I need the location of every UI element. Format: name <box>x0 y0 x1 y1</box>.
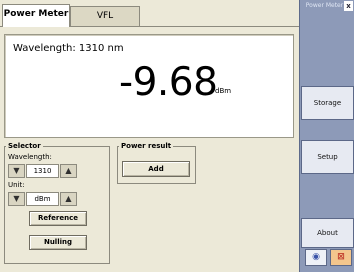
wavelength-up-button[interactable]: ▲ <box>60 164 77 178</box>
nulling-button[interactable]: Nulling <box>29 235 87 250</box>
power-result-title: Power result <box>119 141 174 151</box>
tab-vfl[interactable]: VFL <box>70 6 140 26</box>
unit-up-button[interactable]: ▲ <box>60 192 77 206</box>
reading-unit: dBm <box>215 87 232 95</box>
add-button[interactable]: Add <box>122 161 190 177</box>
wavelength-readout: Wavelength: 1310 nm <box>13 43 124 54</box>
measurement-display: Wavelength: 1310 nm -9.68 dBm <box>4 34 294 138</box>
app-title: Power Meter <box>305 2 344 9</box>
help-icon[interactable]: ◉ <box>305 249 327 266</box>
wavelength-value: 1310 <box>26 164 59 178</box>
unit-value: dBm <box>26 192 59 206</box>
wavelength-spinner: ▼ 1310 ▲ <box>8 164 77 178</box>
setup-button[interactable]: Setup <box>301 140 354 174</box>
close-icon[interactable]: x <box>344 1 353 11</box>
tab-bar: Power Meter VFL <box>0 0 299 27</box>
exit-icon[interactable]: ⊠ <box>330 249 352 266</box>
selector-group: Selector Wavelength: ▼ 1310 ▲ Unit: ▼ dB… <box>4 141 110 264</box>
about-button[interactable]: About <box>301 218 354 248</box>
tab-power-meter[interactable]: Power Meter <box>2 4 70 27</box>
power-reading: -9.68 <box>119 60 218 105</box>
selector-title: Selector <box>6 141 43 151</box>
storage-button[interactable]: Storage <box>301 86 354 120</box>
unit-spinner: ▼ dBm ▲ <box>8 192 77 206</box>
power-result-group: Power result Add <box>117 141 196 184</box>
wavelength-down-button[interactable]: ▼ <box>8 164 25 178</box>
unit-label: Unit: <box>8 181 25 189</box>
main-panel: Power Meter VFL Wavelength: 1310 nm -9.6… <box>0 0 299 272</box>
unit-down-button[interactable]: ▼ <box>8 192 25 206</box>
side-bar: Power Meter x Storage Setup About ◉ ⊠ <box>299 0 354 272</box>
wavelength-label: Wavelength: <box>8 153 52 161</box>
reference-button[interactable]: Reference <box>29 211 87 226</box>
